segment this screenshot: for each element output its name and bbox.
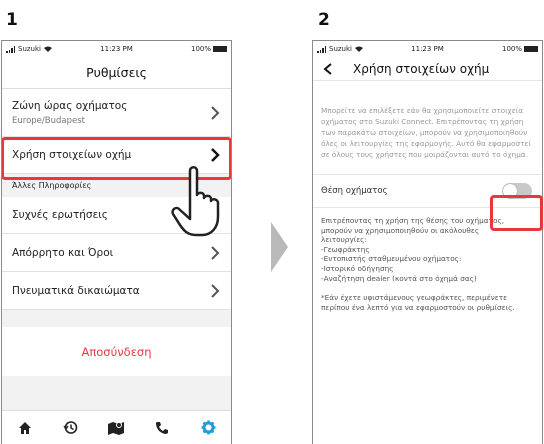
vehicle-location-toggle[interactable] <box>502 183 532 199</box>
list-item-privacy[interactable]: Απόρρητο και Όροι <box>2 234 231 272</box>
vehicle-location-row: Θέση οχήματος <box>313 174 542 208</box>
status-bar: Suzuki 11:23 PM 100% <box>2 41 231 57</box>
timezone-label: Ζώνη ώρας οχήματος <box>12 99 128 112</box>
back-button[interactable] <box>323 62 341 75</box>
chevron-right-icon <box>211 105 220 120</box>
phone-icon[interactable] <box>153 419 171 437</box>
page-title: Ρυθμίσεις <box>2 57 231 89</box>
body-line: -Αναζήτηση dealer (κοντά στο όχημά σας) <box>321 273 477 283</box>
chevron-right-icon <box>211 283 220 298</box>
timezone-row[interactable]: Ζώνη ώρας οχήματος Europe/Budapest <box>2 89 231 137</box>
vehicle-location-label: Θέση οχήματος <box>321 186 388 196</box>
copyright-label: Πνευματικά δικαιώματα <box>12 284 140 297</box>
logout-button[interactable]: Αποσύνδεση <box>2 327 231 376</box>
vehicle-data-label: Χρήση στοιχείων οχήμ <box>12 149 132 161</box>
battery-icon <box>524 46 538 52</box>
chevron-right-icon <box>211 245 220 260</box>
settings-icon[interactable] <box>199 419 217 437</box>
map-icon[interactable] <box>107 419 125 437</box>
next-step-arrow <box>271 222 288 272</box>
body-line: -Εντοπιστής σταθμευμένου οχήματος: <box>321 254 462 264</box>
page-title: Χρήση στοιχείων οχήμ <box>353 61 490 76</box>
header: Χρήση στοιχείων οχήμ <box>313 57 542 81</box>
history-icon[interactable] <box>62 419 80 437</box>
timezone-value: Europe/Budapest <box>12 115 85 126</box>
pointing-hand-icon <box>171 166 220 237</box>
step-number-2: 2 <box>318 10 330 30</box>
list-item-copyright[interactable]: Πνευματικά δικαιώματα <box>2 272 231 310</box>
phone-screen-settings: Suzuki 11:23 PM 100% Ρυθμίσεις Ζώνη ώρας… <box>1 40 232 444</box>
chevron-left-icon <box>323 62 332 75</box>
body-line: -Γεωφράκτης <box>321 244 370 254</box>
intro-text: Μπορείτε να επιλέξετε εάν θα χρησιμοποιε… <box>321 106 531 159</box>
step-number-1: 1 <box>6 10 18 30</box>
battery-icon <box>213 46 227 52</box>
body-line: Επιτρέποντας τη χρήση της θέσης του οχήμ… <box>321 216 505 225</box>
status-time: 11:23 PM <box>411 45 444 53</box>
body-line: μπορούν να χρησιμοποιηθούν οι ακόλουθες <box>321 225 480 235</box>
body-line: λειτουργίες: <box>321 235 367 245</box>
tab-bar <box>2 410 231 444</box>
phone-screen-vehicle-data: Suzuki 11:23 PM 100% Χρήση στοιχείων οχή… <box>312 40 543 444</box>
status-time: 11:23 PM <box>100 45 133 53</box>
home-icon[interactable] <box>16 419 34 437</box>
location-features-text: Επιτρέποντας τη χρήση της θέσης του οχήμ… <box>313 208 542 283</box>
geofence-note: *Εάν έχετε υφιστάμενους γεωφράκτες, περι… <box>321 293 515 312</box>
status-bar: Suzuki 11:23 PM 100% <box>313 41 542 57</box>
chevron-right-icon <box>211 148 220 162</box>
privacy-label: Απόρρητο και Όροι <box>12 246 114 259</box>
body-line: -Ιστορικό οδήγησης <box>321 263 394 273</box>
